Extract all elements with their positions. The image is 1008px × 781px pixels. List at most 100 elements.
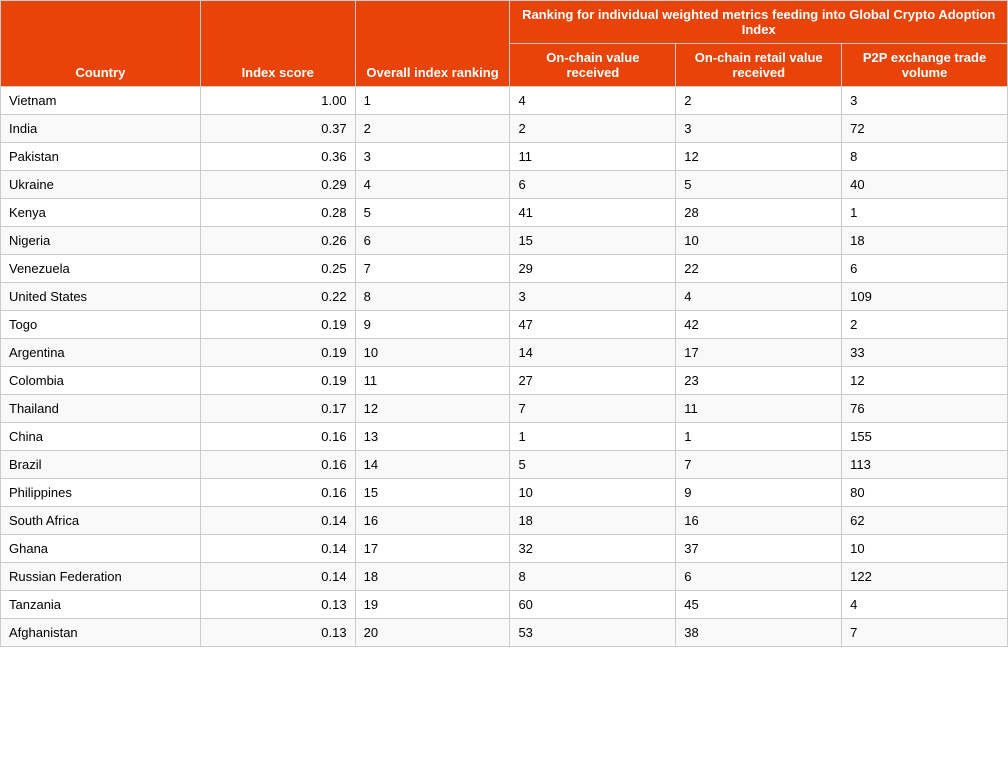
retail-cell: 38 bbox=[676, 619, 842, 647]
ranking-group-label: Ranking for individual weighted metrics … bbox=[522, 7, 995, 37]
country-cell: Ghana bbox=[1, 535, 201, 563]
index-cell: 0.16 bbox=[200, 479, 355, 507]
retail-cell: 5 bbox=[676, 171, 842, 199]
retail-cell: 10 bbox=[676, 227, 842, 255]
p2p-cell: 4 bbox=[842, 591, 1008, 619]
index-cell: 0.17 bbox=[200, 395, 355, 423]
ranking-cell: 14 bbox=[355, 451, 510, 479]
index-cell: 0.22 bbox=[200, 283, 355, 311]
ranking-cell: 12 bbox=[355, 395, 510, 423]
country-cell: Philippines bbox=[1, 479, 201, 507]
ranking-cell: 4 bbox=[355, 171, 510, 199]
country-cell: Tanzania bbox=[1, 591, 201, 619]
table-row: Colombia0.1911272312 bbox=[1, 367, 1008, 395]
table-row: India0.3722372 bbox=[1, 115, 1008, 143]
p2p-cell: 155 bbox=[842, 423, 1008, 451]
onchain-cell: 4 bbox=[510, 87, 676, 115]
onchain-cell: 7 bbox=[510, 395, 676, 423]
index-cell: 0.14 bbox=[200, 535, 355, 563]
table-row: Philippines0.161510980 bbox=[1, 479, 1008, 507]
table-row: Russian Federation0.141886122 bbox=[1, 563, 1008, 591]
table-row: Venezuela0.25729226 bbox=[1, 255, 1008, 283]
ranking-cell: 15 bbox=[355, 479, 510, 507]
index-cell: 0.14 bbox=[200, 563, 355, 591]
retail-cell: 12 bbox=[676, 143, 842, 171]
ranking-cell: 18 bbox=[355, 563, 510, 591]
retail-cell: 42 bbox=[676, 311, 842, 339]
country-cell: China bbox=[1, 423, 201, 451]
p2p-cell: 113 bbox=[842, 451, 1008, 479]
country-cell: Venezuela bbox=[1, 255, 201, 283]
country-cell: Russian Federation bbox=[1, 563, 201, 591]
country-cell: Pakistan bbox=[1, 143, 201, 171]
ranking-cell: 5 bbox=[355, 199, 510, 227]
onchain-cell: 15 bbox=[510, 227, 676, 255]
index-cell: 0.28 bbox=[200, 199, 355, 227]
p2p-cell: 2 bbox=[842, 311, 1008, 339]
ranking-cell: 13 bbox=[355, 423, 510, 451]
table-row: Nigeria0.266151018 bbox=[1, 227, 1008, 255]
table-row: Ghana0.1417323710 bbox=[1, 535, 1008, 563]
country-cell: Vietnam bbox=[1, 87, 201, 115]
country-cell: Afghanistan bbox=[1, 619, 201, 647]
ranking-header-label: Overall index ranking bbox=[366, 65, 498, 80]
table-row: Brazil0.161457113 bbox=[1, 451, 1008, 479]
retail-cell: 9 bbox=[676, 479, 842, 507]
country-cell: South Africa bbox=[1, 507, 201, 535]
table-row: Thailand0.171271176 bbox=[1, 395, 1008, 423]
retail-cell: 37 bbox=[676, 535, 842, 563]
onchain-header-label: On-chain value received bbox=[546, 50, 639, 80]
onchain-cell: 60 bbox=[510, 591, 676, 619]
retail-cell: 23 bbox=[676, 367, 842, 395]
retail-cell: 22 bbox=[676, 255, 842, 283]
retail-cell: 17 bbox=[676, 339, 842, 367]
p2p-cell: 122 bbox=[842, 563, 1008, 591]
ranking-cell: 9 bbox=[355, 311, 510, 339]
crypto-adoption-table: Country Index score Overall index rankin… bbox=[0, 0, 1008, 647]
country-cell: Togo bbox=[1, 311, 201, 339]
retail-cell: 45 bbox=[676, 591, 842, 619]
p2p-cell: 10 bbox=[842, 535, 1008, 563]
index-cell: 0.26 bbox=[200, 227, 355, 255]
retail-cell: 1 bbox=[676, 423, 842, 451]
p2p-header-label: P2P exchange trade volume bbox=[863, 50, 986, 80]
table-row: Ukraine0.2946540 bbox=[1, 171, 1008, 199]
table-row: United States0.22834109 bbox=[1, 283, 1008, 311]
index-cell: 0.19 bbox=[200, 311, 355, 339]
table-row: Tanzania0.131960454 bbox=[1, 591, 1008, 619]
p2p-cell: 18 bbox=[842, 227, 1008, 255]
p2p-cell: 12 bbox=[842, 367, 1008, 395]
p2p-cell: 76 bbox=[842, 395, 1008, 423]
onchain-header: On-chain value received bbox=[510, 44, 676, 87]
onchain-cell: 47 bbox=[510, 311, 676, 339]
onchain-cell: 8 bbox=[510, 563, 676, 591]
index-cell: 0.29 bbox=[200, 171, 355, 199]
table-row: China0.161311155 bbox=[1, 423, 1008, 451]
ranking-cell: 16 bbox=[355, 507, 510, 535]
ranking-cell: 2 bbox=[355, 115, 510, 143]
table-row: Vietnam1.001423 bbox=[1, 87, 1008, 115]
country-cell: United States bbox=[1, 283, 201, 311]
index-cell: 0.36 bbox=[200, 143, 355, 171]
onchain-cell: 10 bbox=[510, 479, 676, 507]
index-cell: 0.25 bbox=[200, 255, 355, 283]
onchain-cell: 27 bbox=[510, 367, 676, 395]
index-cell: 0.14 bbox=[200, 507, 355, 535]
index-cell: 0.13 bbox=[200, 591, 355, 619]
table-row: Pakistan0.36311128 bbox=[1, 143, 1008, 171]
ranking-cell: 1 bbox=[355, 87, 510, 115]
ranking-cell: 11 bbox=[355, 367, 510, 395]
onchain-cell: 29 bbox=[510, 255, 676, 283]
onchain-cell: 6 bbox=[510, 171, 676, 199]
country-cell: Kenya bbox=[1, 199, 201, 227]
table-row: Afghanistan0.132053387 bbox=[1, 619, 1008, 647]
onchain-cell: 2 bbox=[510, 115, 676, 143]
p2p-cell: 8 bbox=[842, 143, 1008, 171]
onchain-cell: 14 bbox=[510, 339, 676, 367]
country-cell: Nigeria bbox=[1, 227, 201, 255]
onchain-cell: 32 bbox=[510, 535, 676, 563]
country-cell: Thailand bbox=[1, 395, 201, 423]
table-row: South Africa0.1416181662 bbox=[1, 507, 1008, 535]
retail-cell: 28 bbox=[676, 199, 842, 227]
country-header-label: Country bbox=[75, 65, 125, 80]
